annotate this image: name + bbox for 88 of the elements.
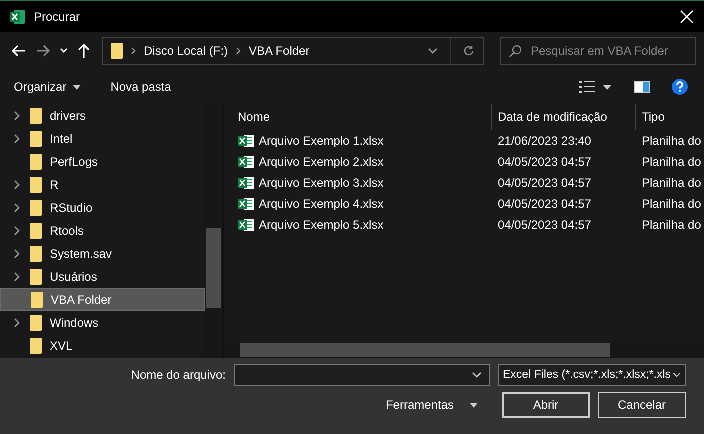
file-row[interactable]: Arquivo Exemplo 4.xlsx 04/05/2023 04:57 Planilha do	[224, 193, 704, 214]
file-name: Arquivo Exemplo 1.xlsx	[259, 134, 384, 148]
address-bar[interactable]: Disco Local (F:) VBA Folder	[102, 37, 484, 65]
new-folder-button[interactable]: Nova pasta	[104, 76, 178, 98]
chevron-icon[interactable]	[14, 110, 20, 120]
file-type: Planilha do	[641, 218, 702, 232]
caret-icon[interactable]	[603, 84, 612, 90]
sidebar-item[interactable]: Intel	[0, 127, 205, 150]
chevron-icon	[236, 47, 242, 55]
column-header[interactable]: Data de modificação	[492, 104, 636, 130]
file-type: Planilha do	[641, 154, 702, 168]
file-name: Arquivo Exemplo 3.xlsx	[259, 176, 384, 190]
preview-pane-icon[interactable]	[634, 81, 650, 93]
caret-icon[interactable]	[428, 48, 438, 54]
breadcrumb[interactable]: Disco Local (F:)	[144, 44, 228, 58]
forward-arrow-icon[interactable]	[36, 45, 50, 57]
chevron-icon[interactable]	[14, 248, 20, 258]
modified-date: 04/05/2023 04:57	[497, 196, 592, 210]
file-row[interactable]: Arquivo Exemplo 5.xlsx 04/05/2023 04:57 Planilha do	[224, 214, 704, 235]
sidebar-item[interactable]: XVL	[0, 334, 205, 357]
sidebar-item[interactable]: Windows	[0, 311, 205, 334]
excel-logo-icon	[10, 8, 26, 24]
chevron-icon[interactable]	[14, 272, 20, 282]
folder-icon	[30, 130, 42, 146]
folder-icon	[30, 176, 42, 192]
spreadsheet-file-icon	[238, 176, 254, 190]
spreadsheet-file-icon	[238, 218, 254, 232]
open-button[interactable]: Abrir	[502, 392, 590, 418]
file-name: Arquivo Exemplo 2.xlsx	[259, 154, 384, 168]
sidebar-item[interactable]: RStudio	[0, 196, 205, 219]
folder-icon	[111, 43, 123, 59]
column-header[interactable]: Tipo	[636, 104, 704, 130]
chevron-icon[interactable]	[14, 226, 20, 236]
file-name: Arquivo Exemplo 5.xlsx	[259, 218, 384, 232]
caret-icon	[673, 372, 681, 378]
sidebar-item[interactable]: VBA Folder	[0, 288, 205, 311]
up-arrow-icon[interactable]	[78, 44, 90, 58]
spreadsheet-file-icon	[238, 196, 254, 210]
modified-date: 04/05/2023 04:57	[497, 154, 592, 168]
folder-icon	[30, 200, 42, 216]
file-type: Planilha do	[641, 176, 702, 190]
modified-date: 04/05/2023 04:57	[497, 218, 592, 232]
folder-icon	[30, 338, 42, 354]
view-options-icon[interactable]	[579, 80, 595, 94]
chevron-icon[interactable]	[14, 134, 20, 144]
tools-button[interactable]: Ferramentas	[380, 397, 484, 413]
chevron-icon[interactable]	[14, 202, 20, 212]
close-icon[interactable]	[680, 10, 694, 24]
modified-date: 04/05/2023 04:57	[497, 176, 592, 190]
chevron-icon	[131, 47, 136, 55]
folder-icon	[30, 314, 42, 330]
sidebar-item[interactable]: drivers	[0, 104, 205, 127]
spreadsheet-file-icon	[238, 154, 254, 168]
folder-icon	[30, 108, 42, 124]
breadcrumb[interactable]: VBA Folder	[249, 44, 310, 58]
folder-icon	[30, 268, 42, 284]
folder-icon	[30, 222, 42, 238]
modified-date: 21/06/2023 23:40	[497, 134, 592, 148]
file-type-dropdown[interactable]: Excel Files (*.csv;*.xls;*.xlsx;*.xls	[498, 364, 686, 386]
spreadsheet-file-icon	[238, 134, 254, 148]
help-icon[interactable]	[672, 79, 688, 95]
folder-icon	[30, 246, 42, 262]
sidebar-item[interactable]: PerfLogs	[0, 150, 205, 173]
refresh-icon[interactable]	[463, 45, 475, 57]
filename-field[interactable]	[234, 364, 490, 386]
back-arrow-icon[interactable]	[12, 45, 26, 57]
filename-label: Nome do arquivo:	[131, 368, 226, 382]
folder-icon	[31, 292, 43, 308]
file-row[interactable]: Arquivo Exemplo 3.xlsx 04/05/2023 04:57 Planilha do	[224, 172, 704, 193]
window-title: Procurar	[34, 10, 80, 24]
caret-icon[interactable]	[472, 372, 482, 378]
cancel-button[interactable]: Cancelar	[598, 392, 686, 418]
sidebar-item[interactable]: System.sav	[0, 242, 205, 265]
file-row[interactable]: Arquivo Exemplo 1.xlsx 21/06/2023 23:40 Planilha do	[224, 130, 704, 151]
sidebar-item[interactable]: R	[0, 173, 205, 196]
search-icon	[509, 45, 522, 58]
sidebar-item[interactable]: Usuários	[0, 265, 205, 288]
chevron-icon[interactable]	[14, 180, 20, 190]
file-type: Planilha do	[641, 134, 702, 148]
search-field[interactable]: Pesquisar em VBA Folder	[500, 37, 696, 65]
folder-icon	[30, 154, 42, 170]
file-type: Planilha do	[641, 196, 702, 210]
organize-button[interactable]: Organizar	[8, 76, 87, 98]
column-header[interactable]: Nome	[224, 104, 492, 130]
file-row[interactable]: Arquivo Exemplo 2.xlsx 04/05/2023 04:57 Planilha do	[224, 151, 704, 172]
file-name: Arquivo Exemplo 4.xlsx	[259, 196, 384, 210]
chevron-icon[interactable]	[14, 318, 20, 328]
sidebar-item[interactable]: Rtools	[0, 219, 205, 242]
